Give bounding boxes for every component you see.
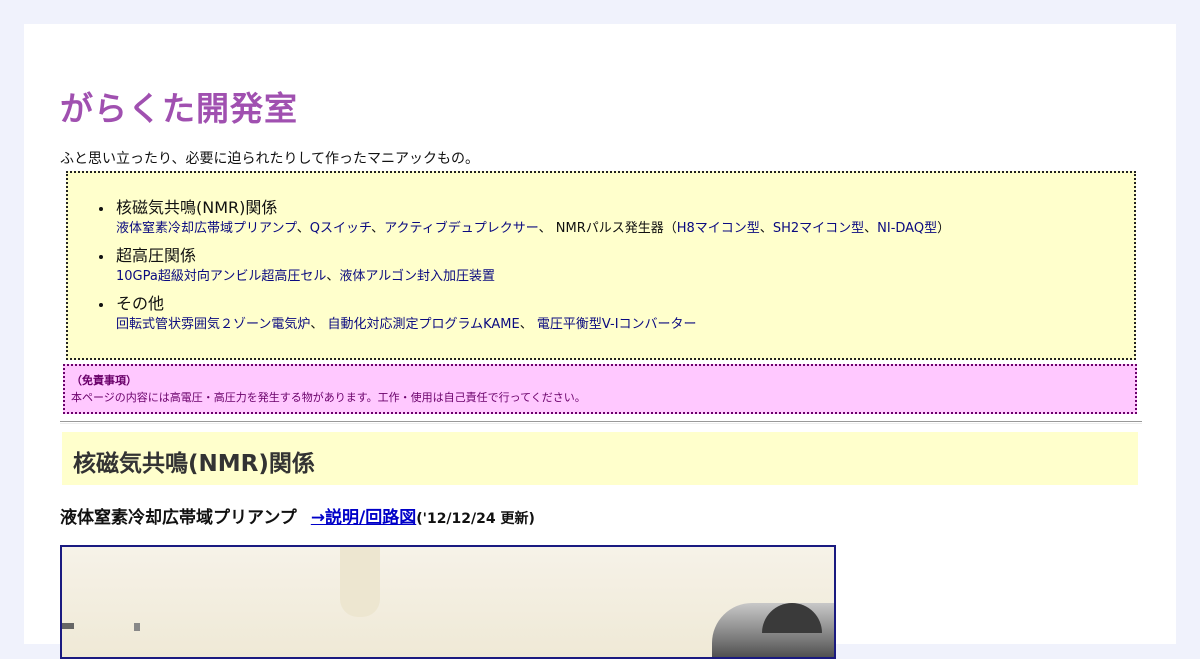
disclaimer-title: （免責事項） <box>71 374 137 387</box>
link-h8-type[interactable]: H8マイコン型 <box>677 221 760 236</box>
link-tube-furnace[interactable]: 回転式管状雰囲気２ゾーン電気炉 <box>116 317 310 332</box>
update-date: ('12/12/24 更新) <box>416 511 535 527</box>
toc-category-high-pressure: 超高圧関係 <box>116 246 197 265</box>
separator: 、 <box>759 221 773 236</box>
link-kame-program[interactable]: 自動化対応測定プログラムKAME <box>328 317 520 332</box>
link-ni-daq-type[interactable]: NI-DAQ型 <box>877 221 937 236</box>
separator: 、 <box>296 221 310 236</box>
page-container: がらくた開発室 ふと思い立ったり、必要に迫られたりして作ったマニアックもの。 核… <box>24 24 1176 659</box>
site-tagline: ふと思い立ったり、必要に迫られたりして作ったマニアックもの。 <box>60 151 480 167</box>
separator-pulse-generator: 、 NMRパルス発生器（ <box>538 221 677 236</box>
link-sh2-type[interactable]: SH2マイコン型 <box>773 221 864 236</box>
horizontal-rule <box>60 421 1142 424</box>
preamp-photo <box>60 545 836 659</box>
table-of-contents: 核磁気共鳴(NMR)関係 液体窒素冷却広帯域プリアンプ、Qスイッチ、アクティブデ… <box>66 171 1136 360</box>
site-title: がらくた開発室 <box>60 89 298 128</box>
link-anvil-cell[interactable]: 10GPa超級対向アンビル超高圧セル <box>116 269 326 284</box>
disclaimer-text: 本ページの内容には高電圧・高圧力を発生する物があります。工作・使用は自己責任で行… <box>71 391 586 404</box>
item-title-row: 液体窒素冷却広帯域プリアンプ →説明/回路図('12/12/24 更新) <box>60 503 535 528</box>
toc-category-other: その他 <box>116 294 165 313</box>
link-vi-converter[interactable]: 電圧平衡型V-Iコンバーター <box>537 317 697 332</box>
toc-links-high-pressure: 10GPa超級対向アンビル超高圧セル、液体アルゴン封入加圧装置 <box>116 267 495 287</box>
disclaimer-box: （免責事項） 本ページの内容には高電圧・高圧力を発生する物があります。工作・使用… <box>63 364 1137 414</box>
link-active-duplexer[interactable]: アクティブデュプレクサー <box>384 221 538 236</box>
section-heading: 核磁気共鳴(NMR)関係 <box>73 451 315 477</box>
photo-shape <box>62 623 74 629</box>
toc-links-other: 回転式管状雰囲気２ゾーン電気炉、 自動化対応測定プログラムKAME、 電圧平衡型… <box>116 315 697 335</box>
photo-shape <box>340 547 380 617</box>
separator: 、 <box>371 221 385 236</box>
separator: 、 <box>519 317 537 332</box>
toc-item-other: その他 回転式管状雰囲気２ゾーン電気炉、 自動化対応測定プログラムKAME、 電… <box>99 293 697 335</box>
link-q-switch[interactable]: Qスイッチ <box>310 221 371 236</box>
separator: 、 <box>326 269 340 284</box>
separator: 、 <box>310 317 328 332</box>
description-link[interactable]: →説明/回路図 <box>311 508 416 528</box>
separator: 、 <box>864 221 878 236</box>
separator: ） <box>937 221 951 236</box>
link-argon-pressurizer[interactable]: 液体アルゴン封入加圧装置 <box>339 269 495 284</box>
item-title: 液体窒素冷却広帯域プリアンプ <box>60 508 297 528</box>
toc-links-nmr: 液体窒素冷却広帯域プリアンプ、Qスイッチ、アクティブデュプレクサー、 NMRパル… <box>116 219 950 239</box>
toc-category-nmr: 核磁気共鳴(NMR)関係 <box>116 198 278 217</box>
toc-item-high-pressure: 超高圧関係 10GPa超級対向アンビル超高圧セル、液体アルゴン封入加圧装置 <box>99 245 495 287</box>
link-preamp[interactable]: 液体窒素冷却広帯域プリアンプ <box>116 221 297 236</box>
section-header-nmr: 核磁気共鳴(NMR)関係 <box>62 432 1138 485</box>
toc-item-nmr: 核磁気共鳴(NMR)関係 液体窒素冷却広帯域プリアンプ、Qスイッチ、アクティブデ… <box>98 197 950 239</box>
